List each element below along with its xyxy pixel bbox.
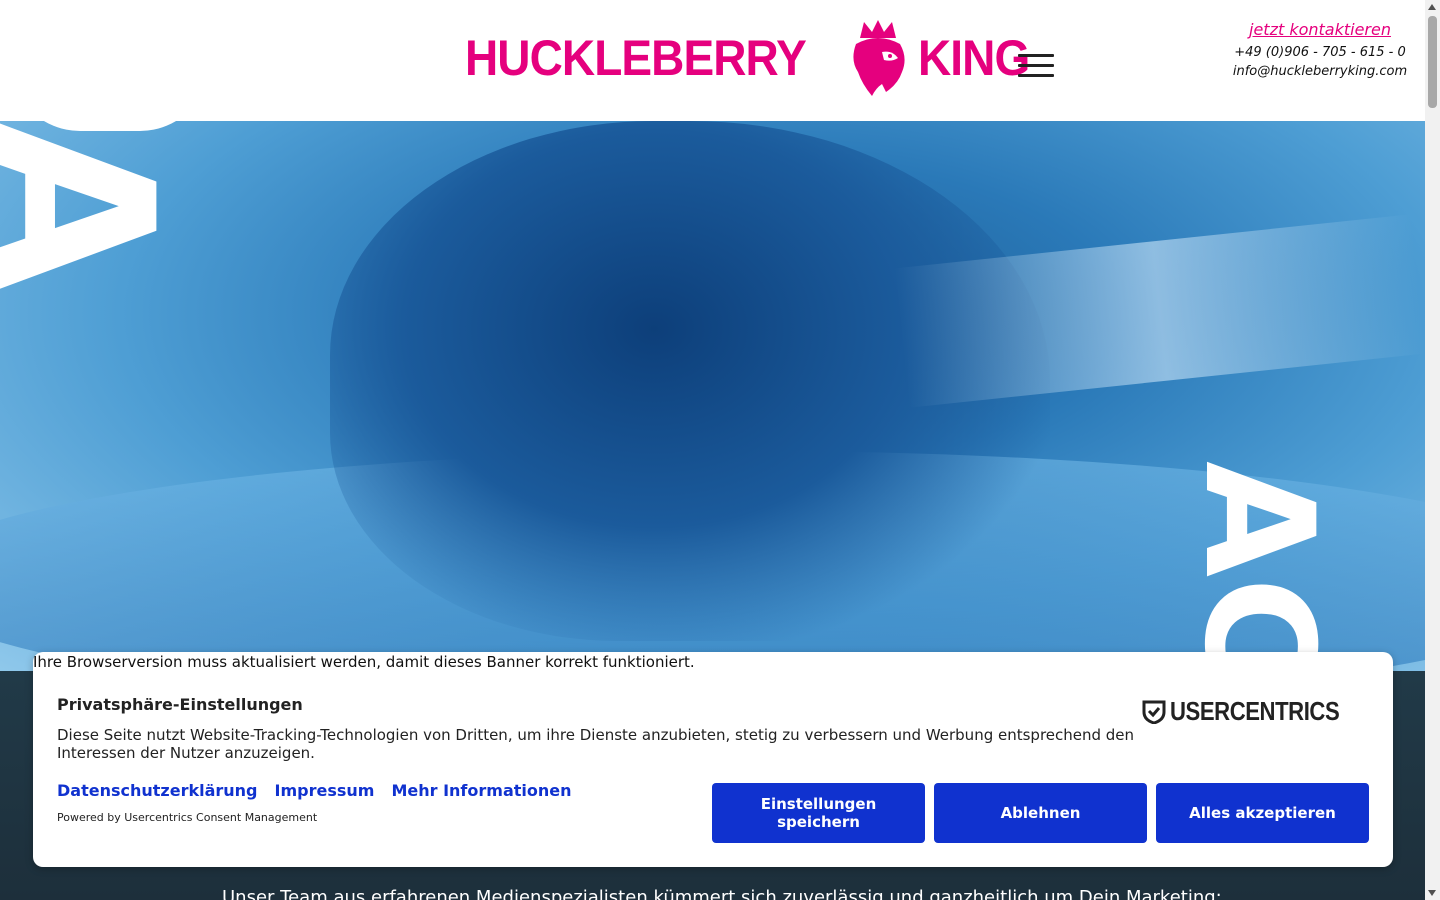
- consent-banner: Privatsphäre-Einstellungen Diese Seite n…: [33, 652, 1393, 867]
- contact-block: jetzt kontaktieren +49 (0)906 - 705 - 61…: [1200, 20, 1440, 81]
- site-header: HUCKLEBERRY KING jetzt kontaktieren +49 …: [0, 0, 1425, 121]
- usercentrics-logo: USERCENTRICS: [1142, 696, 1369, 727]
- hero-letters-right: AC: [1171, 461, 1345, 671]
- privacy-policy-link[interactable]: Datenschutzerklärung: [57, 781, 258, 800]
- contact-now-link[interactable]: jetzt kontaktieren: [1200, 20, 1440, 39]
- accept-all-button[interactable]: Alles akzeptieren: [1156, 783, 1369, 843]
- usercentrics-wordmark: USERCENTRICS: [1169, 696, 1340, 726]
- consent-description: Diese Seite nutzt Website-Tracking-Techn…: [57, 726, 1135, 762]
- hamburger-menu-icon[interactable]: [1018, 52, 1056, 78]
- scrollbar-thumb[interactable]: [1428, 16, 1437, 108]
- hero-letter-left: A: [0, 121, 200, 291]
- huckleberry-king-logo[interactable]: HUCKLEBERRY KING: [465, 18, 1039, 98]
- lion-crown-icon: [852, 20, 905, 96]
- consent-links: Datenschutzerklärung Impressum Mehr Info…: [57, 781, 572, 800]
- phone-number[interactable]: +49 (0)906 - 705 - 615 - 0: [1200, 43, 1440, 62]
- deny-button[interactable]: Ablehnen: [934, 783, 1147, 843]
- scroll-up-arrow-icon[interactable]: [1428, 4, 1436, 10]
- browser-warning: Ihre Browserversion muss aktualisiert we…: [33, 653, 695, 671]
- page-scrollbar[interactable]: [1425, 0, 1440, 900]
- logo-text-right: KING: [917, 30, 1030, 86]
- imprint-link[interactable]: Impressum: [275, 781, 375, 800]
- intro-text: Unser Team aus erfahrenen Medienspeziali…: [222, 887, 1222, 900]
- consent-title: Privatsphäre-Einstellungen: [57, 695, 303, 714]
- save-settings-button[interactable]: Einstellungen speichern: [712, 783, 925, 843]
- shield-check-icon: [1142, 700, 1166, 724]
- email-address[interactable]: info@huckleberryking.com: [1200, 62, 1440, 81]
- scroll-down-arrow-icon[interactable]: [1428, 890, 1436, 896]
- hero-image: A AC: [0, 121, 1425, 671]
- consent-buttons: Einstellungen speichern Ablehnen Alles a…: [712, 783, 1369, 843]
- powered-by-text: Powered by Usercentrics Consent Manageme…: [57, 811, 318, 824]
- logo-text-left: HUCKLEBERRY: [465, 30, 807, 86]
- more-info-link[interactable]: Mehr Informationen: [391, 781, 571, 800]
